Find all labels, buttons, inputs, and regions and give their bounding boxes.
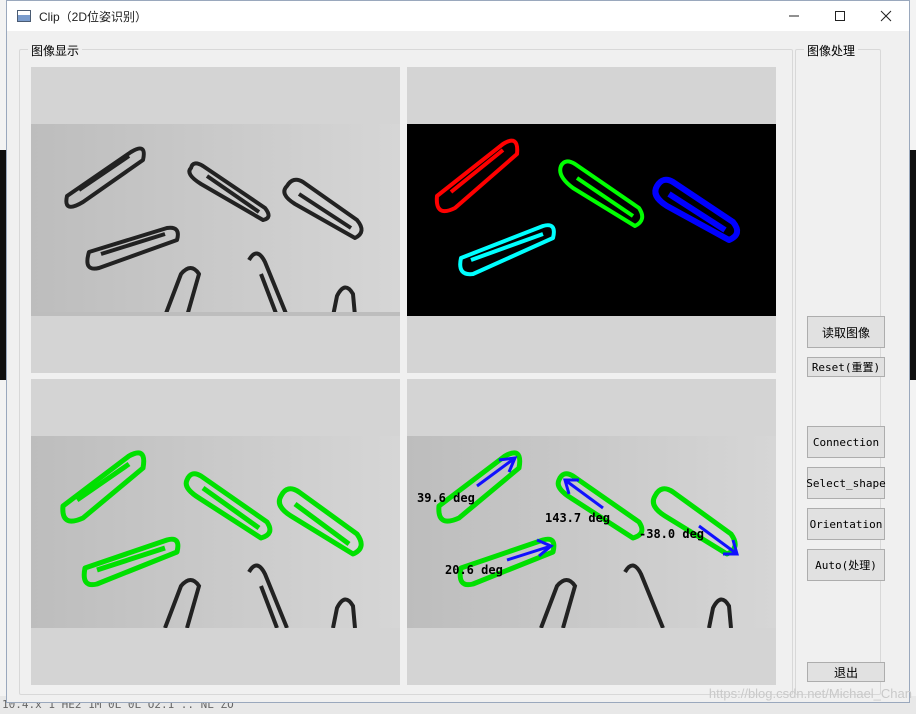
image-processing-group-title: 图像处理 — [804, 42, 859, 59]
title-bar[interactable]: Clip（2D位姿识别） — [7, 1, 909, 31]
orientation-result-panel: 39.6 deg 143.7 deg -38.0 deg 20.6 deg — [407, 379, 776, 685]
maximize-icon — [835, 11, 845, 21]
read-image-button[interactable]: 读取图像 — [807, 316, 885, 348]
maximize-button[interactable] — [817, 1, 863, 31]
orientation-button[interactable]: Orientation — [807, 508, 885, 540]
select-shape-button[interactable]: Select_shape — [806, 467, 886, 499]
selected-shapes-panel — [31, 379, 400, 685]
watermark-text: https://blog.csdn.net/Michael_Chan — [708, 686, 912, 701]
window-title: Clip（2D位姿识别） — [39, 9, 148, 24]
colored-regions-image — [407, 124, 776, 316]
angle-label-3: -38.0 deg — [639, 527, 704, 541]
original-paperclips-image — [31, 124, 400, 316]
connection-button[interactable]: Connection — [807, 426, 885, 458]
region-segmentation-panel — [407, 67, 776, 373]
clip-window: Clip（2D位姿识别） 图像显示 图像处理 39.6 deg 143.7 de… — [6, 0, 910, 703]
exit-button[interactable]: 退出 — [807, 662, 885, 682]
angle-label-2: 143.7 deg — [545, 511, 610, 525]
minimize-button[interactable] — [771, 1, 817, 31]
image-display-group-title: 图像显示 — [28, 42, 83, 59]
reset-button[interactable]: Reset(重置) — [807, 357, 885, 377]
auto-process-button[interactable]: Auto(处理) — [807, 549, 885, 581]
angle-label-4: 20.6 deg — [445, 563, 503, 577]
close-button[interactable] — [863, 1, 909, 31]
app-window-icon — [17, 10, 31, 22]
close-icon — [880, 10, 892, 22]
original-image-panel — [31, 67, 400, 373]
angle-label-1: 39.6 deg — [417, 491, 475, 505]
orientation-result-image: 39.6 deg 143.7 deg -38.0 deg 20.6 deg — [407, 436, 776, 628]
selected-shapes-image — [31, 436, 400, 628]
minimize-icon — [789, 15, 799, 17]
